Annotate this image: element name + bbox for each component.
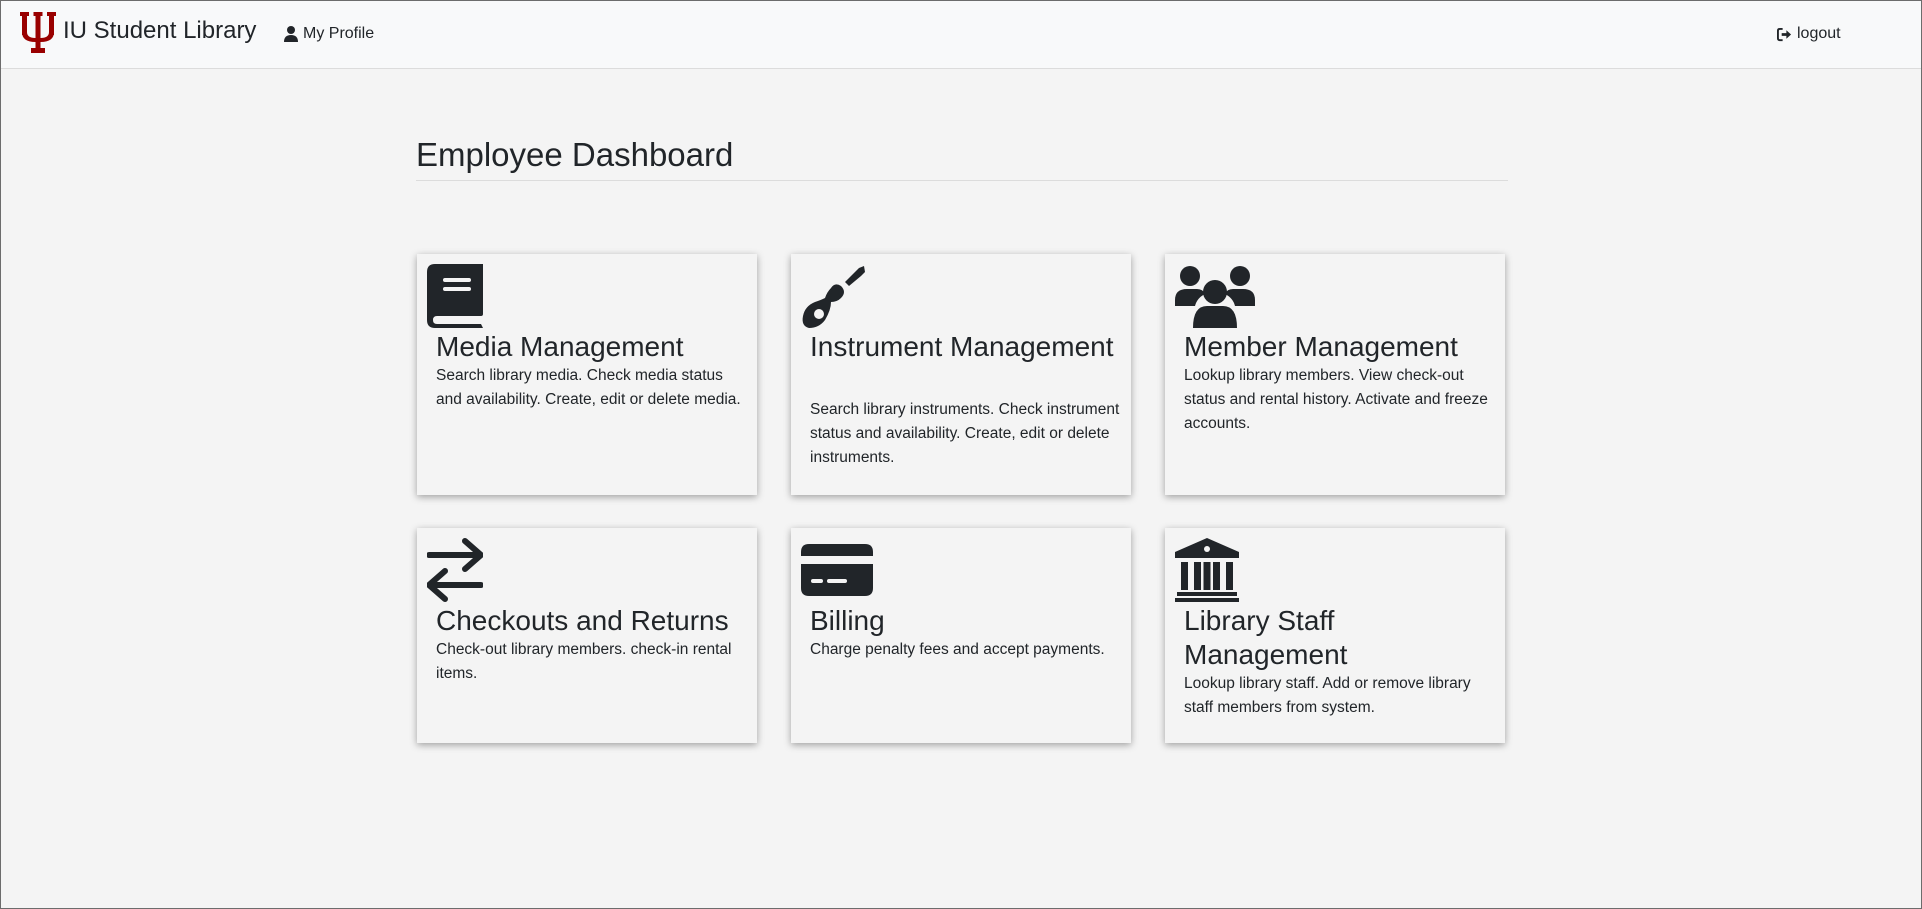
credit-card-icon <box>801 544 873 596</box>
checkouts-and-returns-card[interactable]: Checkouts and Returns Check-out library … <box>417 528 757 743</box>
top-navbar: IU Student Library My Profile logout <box>1 1 1921 69</box>
card-description: Lookup library members. View check-out s… <box>1184 367 1488 432</box>
billing-card[interactable]: Billing Charge penalty fees and accept p… <box>791 528 1131 743</box>
logout-label: logout <box>1797 25 1841 42</box>
card-title: Member Management <box>1184 331 1458 362</box>
brand-name[interactable]: IU Student Library <box>63 17 256 45</box>
instrument-management-card[interactable]: Instrument Management Search library ins… <box>791 254 1131 495</box>
page-title: Employee Dashboard <box>416 136 734 173</box>
sign-out-icon <box>1777 27 1792 41</box>
book-icon <box>427 264 483 328</box>
user-icon <box>284 26 298 42</box>
card-description: Lookup library staff. Add or remove libr… <box>1184 675 1471 716</box>
card-title: Instrument Management <box>810 331 1114 362</box>
logout-link[interactable]: logout <box>1777 24 1841 44</box>
card-description: Search library instruments. Check instru… <box>810 401 1120 466</box>
landmark-icon <box>1175 538 1239 602</box>
title-divider <box>416 180 1508 181</box>
library-staff-management-card[interactable]: Library Staff Management Lookup library … <box>1165 528 1505 743</box>
guitar-icon <box>802 266 865 328</box>
card-title: Media Management <box>436 331 684 362</box>
card-title: Checkouts and Returns <box>436 605 729 636</box>
card-title: Billing <box>810 605 885 636</box>
card-description: Search library media. Check media status… <box>436 367 741 408</box>
card-title: Library Staff Management <box>1184 605 1348 670</box>
iu-trident-logo-icon[interactable] <box>20 12 56 56</box>
media-management-card[interactable]: Media Management Search library media. C… <box>417 254 757 495</box>
exchange-arrows-icon <box>427 538 483 602</box>
card-description: Charge penalty fees and accept payments. <box>810 641 1105 658</box>
users-icon <box>1175 266 1255 328</box>
my-profile-label: My Profile <box>303 25 375 42</box>
card-description: Check-out library members. check-in rent… <box>436 641 732 682</box>
member-management-card[interactable]: Member Management Lookup library members… <box>1165 254 1505 495</box>
my-profile-link[interactable]: My Profile <box>284 24 374 44</box>
